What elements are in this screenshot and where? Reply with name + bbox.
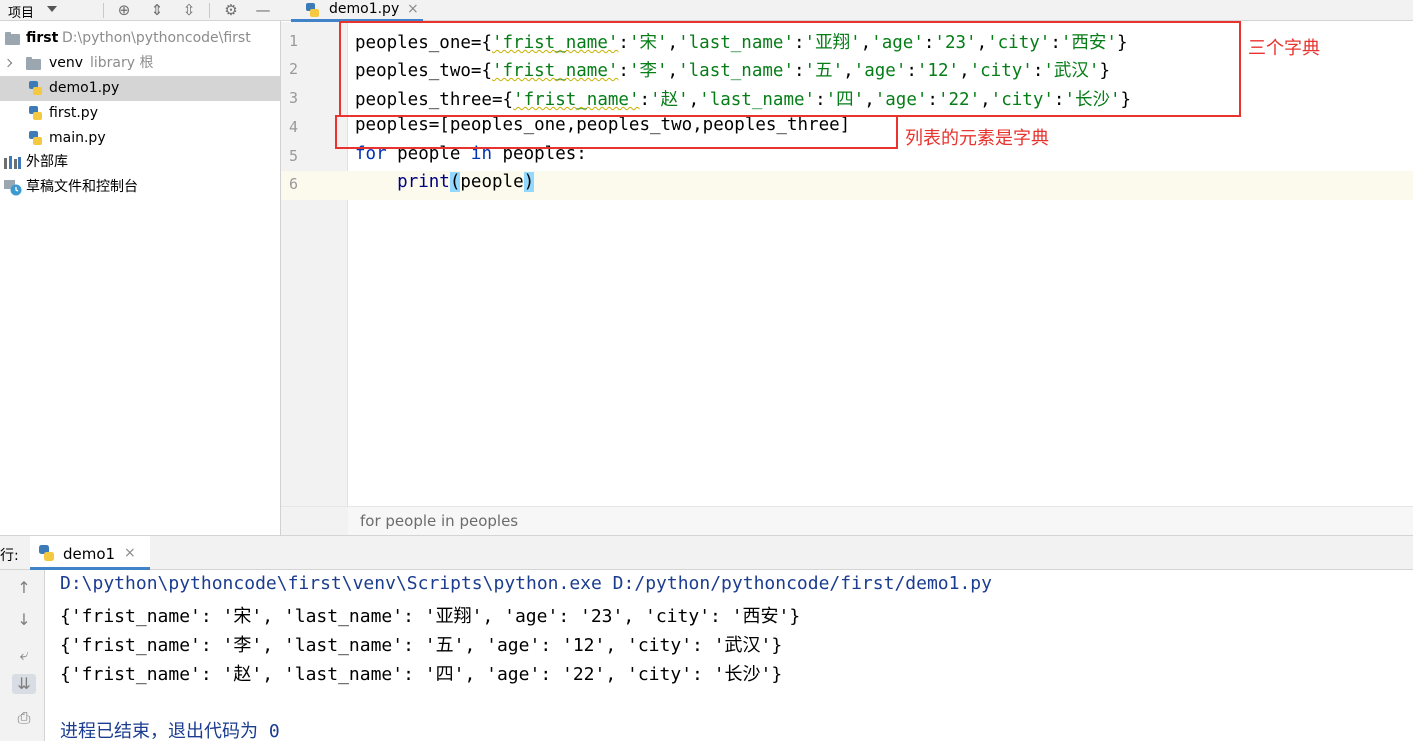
tree-item-label: venv xyxy=(49,55,84,71)
tree-item-label: 草稿文件和控制台 xyxy=(26,179,138,195)
up-arrow-icon[interactable]: ↑ xyxy=(14,578,34,598)
locate-icon[interactable]: ⊕ xyxy=(115,1,133,19)
console-output-line: {'frist_name': '宋', 'last_name': '亚翔', '… xyxy=(60,606,801,627)
project-toolbar: 项目 ⊕ ⇕ ⇳ ⚙ — xyxy=(0,0,281,21)
breadcrumb-gutter xyxy=(281,506,348,535)
collapse-all-icon[interactable]: ⇳ xyxy=(180,1,198,19)
python-file-icon xyxy=(29,81,42,95)
chevron-down-icon[interactable] xyxy=(47,6,57,12)
tree-item-main-py[interactable]: main.py xyxy=(0,126,280,151)
annotation-box-dicts xyxy=(339,21,1241,117)
annotation-label-dicts: 三个字典 xyxy=(1248,38,1320,59)
library-icon xyxy=(4,156,21,169)
folder-icon xyxy=(5,32,20,45)
project-view-selector[interactable]: 项目 xyxy=(8,2,34,21)
line-number: 6 xyxy=(289,175,299,193)
chevron-right-icon[interactable] xyxy=(3,58,13,68)
close-icon[interactable]: × xyxy=(407,1,419,17)
line-number: 2 xyxy=(289,60,299,78)
run-tab-label: demo1 xyxy=(63,545,116,563)
run-console-output[interactable]: D:\python\pythoncode\first\venv\Scripts\… xyxy=(45,570,1413,741)
tree-item-external-libraries[interactable]: 外部库 xyxy=(0,150,280,175)
python-run-icon xyxy=(39,545,54,561)
folder-icon xyxy=(26,57,41,70)
run-panel-label: 行: xyxy=(0,548,19,564)
python-file-icon xyxy=(306,3,319,17)
editor-tab-bar: demo1.py × xyxy=(281,0,1413,22)
tab-demo1-py[interactable]: demo1.py × xyxy=(291,0,696,22)
tree-item-label: main.py xyxy=(49,130,106,146)
code-builtin: print xyxy=(397,172,450,192)
annotation-box-list xyxy=(335,115,898,149)
print-icon[interactable]: ⎙ xyxy=(14,708,34,728)
tree-item-demo1-py[interactable]: demo1.py xyxy=(0,76,280,101)
console-output-line: {'frist_name': '赵', 'last_name': '四', 'a… xyxy=(60,664,783,685)
expand-all-icon[interactable]: ⇕ xyxy=(148,1,166,19)
minimize-icon[interactable]: — xyxy=(254,1,272,19)
line-number: 5 xyxy=(289,147,299,165)
code-bracket: ) xyxy=(523,172,535,192)
tab-run-demo1[interactable]: demo1 × xyxy=(30,536,150,570)
tree-item-label: demo1.py xyxy=(49,80,120,96)
breadcrumb-item[interactable]: for people in peoples xyxy=(360,512,518,530)
line-number: 4 xyxy=(289,118,299,136)
gear-icon[interactable]: ⚙ xyxy=(222,1,240,19)
console-command-line: D:\python\pythoncode\first\venv\Scripts\… xyxy=(60,573,992,594)
tree-item-label: first.py xyxy=(49,105,98,121)
tab-label: demo1.py xyxy=(329,1,400,17)
tree-item-label: first xyxy=(26,30,59,46)
tree-item-root-first[interactable]: first D:\python\pythoncode\first xyxy=(0,26,280,51)
soft-wrap-icon[interactable]: ⤶ xyxy=(14,645,34,665)
tree-item-first-py[interactable]: first.py xyxy=(0,101,280,126)
line-number: 1 xyxy=(289,32,299,50)
tree-item-label: 外部库 xyxy=(26,154,68,170)
tree-item-venv[interactable]: venv library 根 xyxy=(0,51,280,76)
code-line-6[interactable]: print(people) xyxy=(355,172,535,192)
code-text: people xyxy=(460,172,524,192)
scratch-console-icon xyxy=(4,180,22,196)
code-bracket: ( xyxy=(449,172,461,192)
breadcrumb[interactable]: for people in peoples xyxy=(348,506,1413,535)
toolbar-divider xyxy=(103,3,104,18)
down-arrow-icon[interactable]: ↓ xyxy=(14,610,34,630)
tree-item-path: D:\python\pythoncode\first xyxy=(62,30,251,46)
console-exit-message: 进程已结束，退出代码为 0 xyxy=(60,721,280,741)
console-output-line: {'frist_name': '李', 'last_name': '五', 'a… xyxy=(60,635,783,656)
scroll-to-end-icon[interactable]: ⇊ xyxy=(12,674,36,694)
project-panel: 项目 ⊕ ⇕ ⇳ ⚙ — first D:\python\pythoncode\… xyxy=(0,0,281,535)
line-number: 3 xyxy=(289,89,299,107)
tree-item-scratches[interactable]: 草稿文件和控制台 xyxy=(0,175,280,200)
annotation-label-list: 列表的元素是字典 xyxy=(905,128,1049,149)
close-icon[interactable]: × xyxy=(124,545,136,561)
python-file-icon xyxy=(29,131,42,145)
tree-item-sublabel: library 根 xyxy=(90,55,154,71)
run-toolbar: ↑ ↓ ⤶ ⇊ ⎙ xyxy=(0,570,45,741)
run-panel-header: 行: demo1 × xyxy=(0,535,1413,570)
python-file-icon xyxy=(29,106,42,120)
toolbar-divider xyxy=(209,3,210,18)
